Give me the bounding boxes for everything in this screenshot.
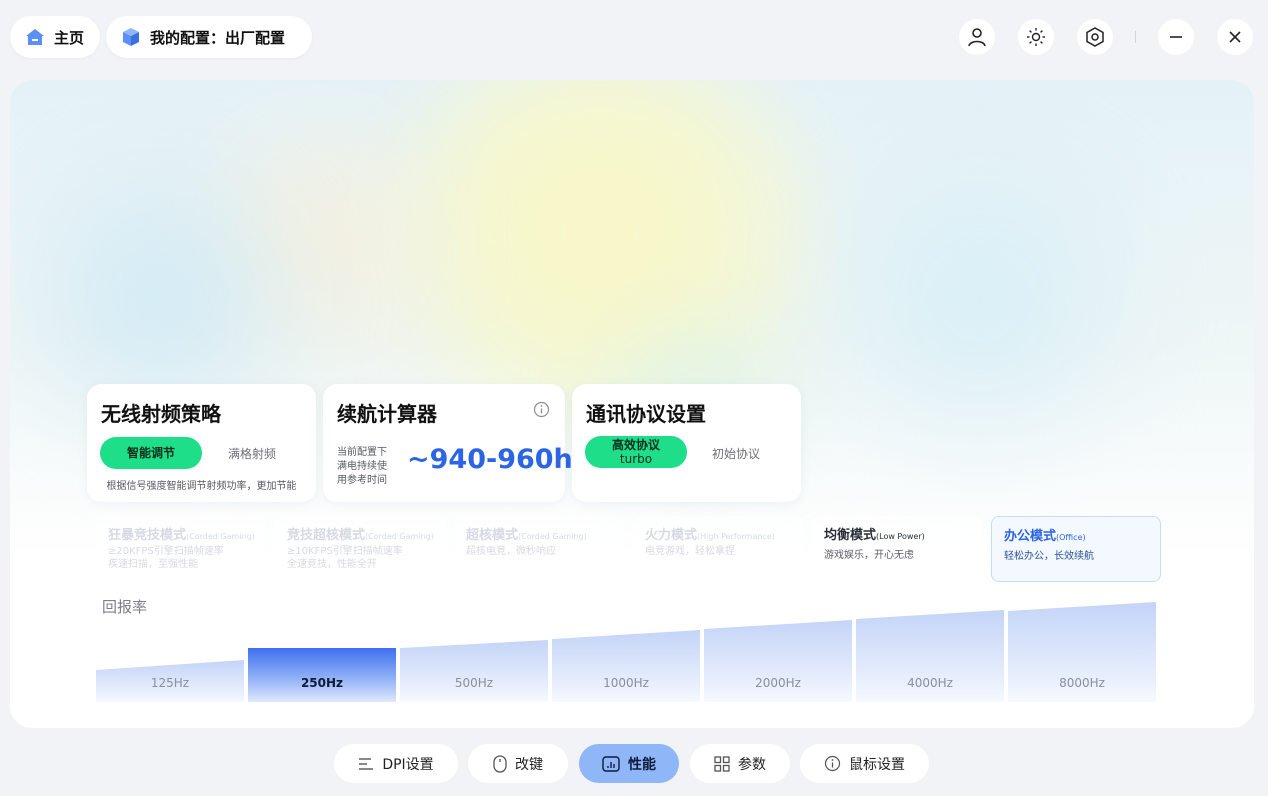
cube-icon — [120, 26, 142, 48]
battery-life-value: ~940-960h — [407, 444, 573, 475]
full-signal-option[interactable]: 满格射频 — [228, 445, 276, 462]
home-label: 主页 — [54, 28, 85, 47]
mode-berserk[interactable]: 狂暴竞技模式(Corded Gaming) ≥20KFPS引擎扫描帧速率 疾速扫… — [96, 516, 266, 582]
polling-rate-500[interactable]: 500Hz — [400, 640, 548, 702]
mode-title: 办公模式(Office) — [1004, 529, 1086, 544]
rf-strategy-card: 无线射频策略 智能调节 满格射频 根据信号强度智能调节射频功率，更加节能 — [87, 384, 316, 502]
mode-title: 火力模式(High Performance) — [645, 528, 775, 543]
smart-adjust-option[interactable]: 智能调节 — [100, 437, 202, 469]
nav-mouse-settings-label: 鼠标设置 — [849, 756, 905, 773]
mode-firepower[interactable]: 火力模式(High Performance) 电竞游戏，轻松拿捏 — [633, 516, 803, 582]
polling-rate-4000[interactable]: 4000Hz — [856, 610, 1004, 702]
turbo-protocol-option[interactable]: 高效协议 turbo — [585, 436, 687, 468]
protocol-card: 通讯协议设置 高效协议 turbo 初始协议 — [572, 384, 801, 502]
home-icon — [24, 26, 46, 48]
info-circle-icon — [824, 755, 841, 772]
nav-mouse-settings[interactable]: 鼠标设置 — [800, 744, 929, 783]
battery-note-line2: 满电持续使 — [337, 461, 387, 472]
account-button[interactable] — [959, 19, 995, 55]
brightness-button[interactable] — [1018, 19, 1054, 55]
minimize-button[interactable] — [1158, 19, 1194, 55]
mode-desc: 电竞游戏，轻松拿捏 — [645, 546, 735, 557]
nav-performance[interactable]: 性能 — [579, 744, 679, 783]
sun-icon — [1027, 28, 1045, 46]
minimize-icon — [1170, 36, 1182, 38]
mode-ultra[interactable]: 超核模式(Corded Gaming) 超核电竞，微秒响应 — [454, 516, 624, 582]
nav-parameters-label: 参数 — [738, 756, 766, 773]
nav-dpi-label: DPI设置 — [382, 756, 434, 773]
user-icon — [968, 28, 986, 47]
protocol-title: 通讯协议设置 — [586, 402, 706, 426]
config-label: 我的配置：出厂配置 — [150, 28, 286, 47]
initial-protocol-option[interactable]: 初始协议 — [712, 445, 760, 462]
mode-desc: 游戏娱乐，开心无虑 — [824, 550, 914, 561]
config-button[interactable]: 我的配置：出厂配置 — [106, 16, 312, 58]
mode-balanced[interactable]: 均衡模式(Low Power) 游戏娱乐，开心无虑 — [812, 516, 982, 582]
battery-calculator-title: 续航计算器 — [337, 402, 437, 426]
polling-rate-2000[interactable]: 2000Hz — [704, 620, 852, 702]
close-button[interactable] — [1217, 19, 1253, 55]
polling-rate-label: 回报率 — [102, 598, 148, 616]
mode-title: 均衡模式(Low Power) — [824, 528, 925, 543]
mode-desc: ≥20KFPS引擎扫描帧速率 — [108, 546, 224, 557]
mode-desc: ≥10KFPS引擎扫描帧速率 — [287, 546, 403, 557]
nav-dpi-settings[interactable]: DPI设置 — [334, 744, 458, 783]
nav-key-remap-label: 改键 — [515, 756, 543, 773]
home-button[interactable]: 主页 — [10, 16, 100, 58]
nav-parameters[interactable]: 参数 — [690, 744, 790, 783]
mode-desc: 全速竞技，性能全开 — [287, 559, 377, 570]
rf-strategy-title: 无线射频策略 — [101, 402, 221, 426]
mode-desc: 疾速扫描，至强性能 — [108, 559, 198, 570]
mode-competitive-ultra[interactable]: 竞技超核模式(Corded Gaming) ≥10KFPS引擎扫描帧速率 全速竞… — [275, 516, 445, 582]
close-icon — [1229, 31, 1241, 43]
mode-title: 竞技超核模式(Corded Gaming) — [287, 528, 434, 543]
toolbar-divider — [1135, 31, 1136, 43]
battery-calculator-card: 续航计算器 当前配置下 满电持续使 用参考时间 ~940-960h — [323, 384, 573, 502]
battery-note-line3: 用参考时间 — [337, 475, 387, 486]
performance-panel: 无线射频策略 智能调节 满格射频 根据信号强度智能调节射频功率，更加节能 续航计… — [10, 80, 1254, 728]
mode-desc: 超核电竞，微秒响应 — [466, 546, 556, 557]
turbo-protocol-sublabel: turbo — [619, 452, 653, 466]
settings-button[interactable] — [1077, 19, 1113, 55]
grid-icon — [714, 755, 730, 772]
performance-chart-icon — [602, 755, 620, 772]
polling-rate-1000[interactable]: 1000Hz — [552, 630, 700, 702]
mode-title: 狂暴竞技模式(Corded Gaming) — [108, 528, 255, 543]
hexagon-settings-icon — [1086, 27, 1104, 47]
rf-strategy-description: 根据信号强度智能调节射频功率，更加节能 — [106, 481, 297, 492]
info-icon[interactable] — [533, 401, 550, 418]
turbo-protocol-label: 高效协议 — [611, 438, 660, 452]
mode-desc: 轻松办公，长效续航 — [1004, 551, 1094, 562]
mouse-icon — [493, 754, 507, 773]
list-icon — [358, 757, 374, 771]
polling-rate-8000[interactable]: 8000Hz — [1008, 602, 1156, 702]
mode-title: 超核模式(Corded Gaming) — [466, 528, 587, 543]
mode-office[interactable]: 办公模式(Office) 轻松办公，长效续航 — [991, 516, 1161, 582]
polling-rate-125[interactable]: 125Hz — [96, 660, 244, 702]
nav-key-remap[interactable]: 改键 — [468, 744, 568, 783]
battery-note-line1: 当前配置下 — [337, 447, 387, 458]
nav-performance-label: 性能 — [628, 756, 656, 773]
polling-rate-250[interactable]: 250Hz — [248, 648, 396, 702]
